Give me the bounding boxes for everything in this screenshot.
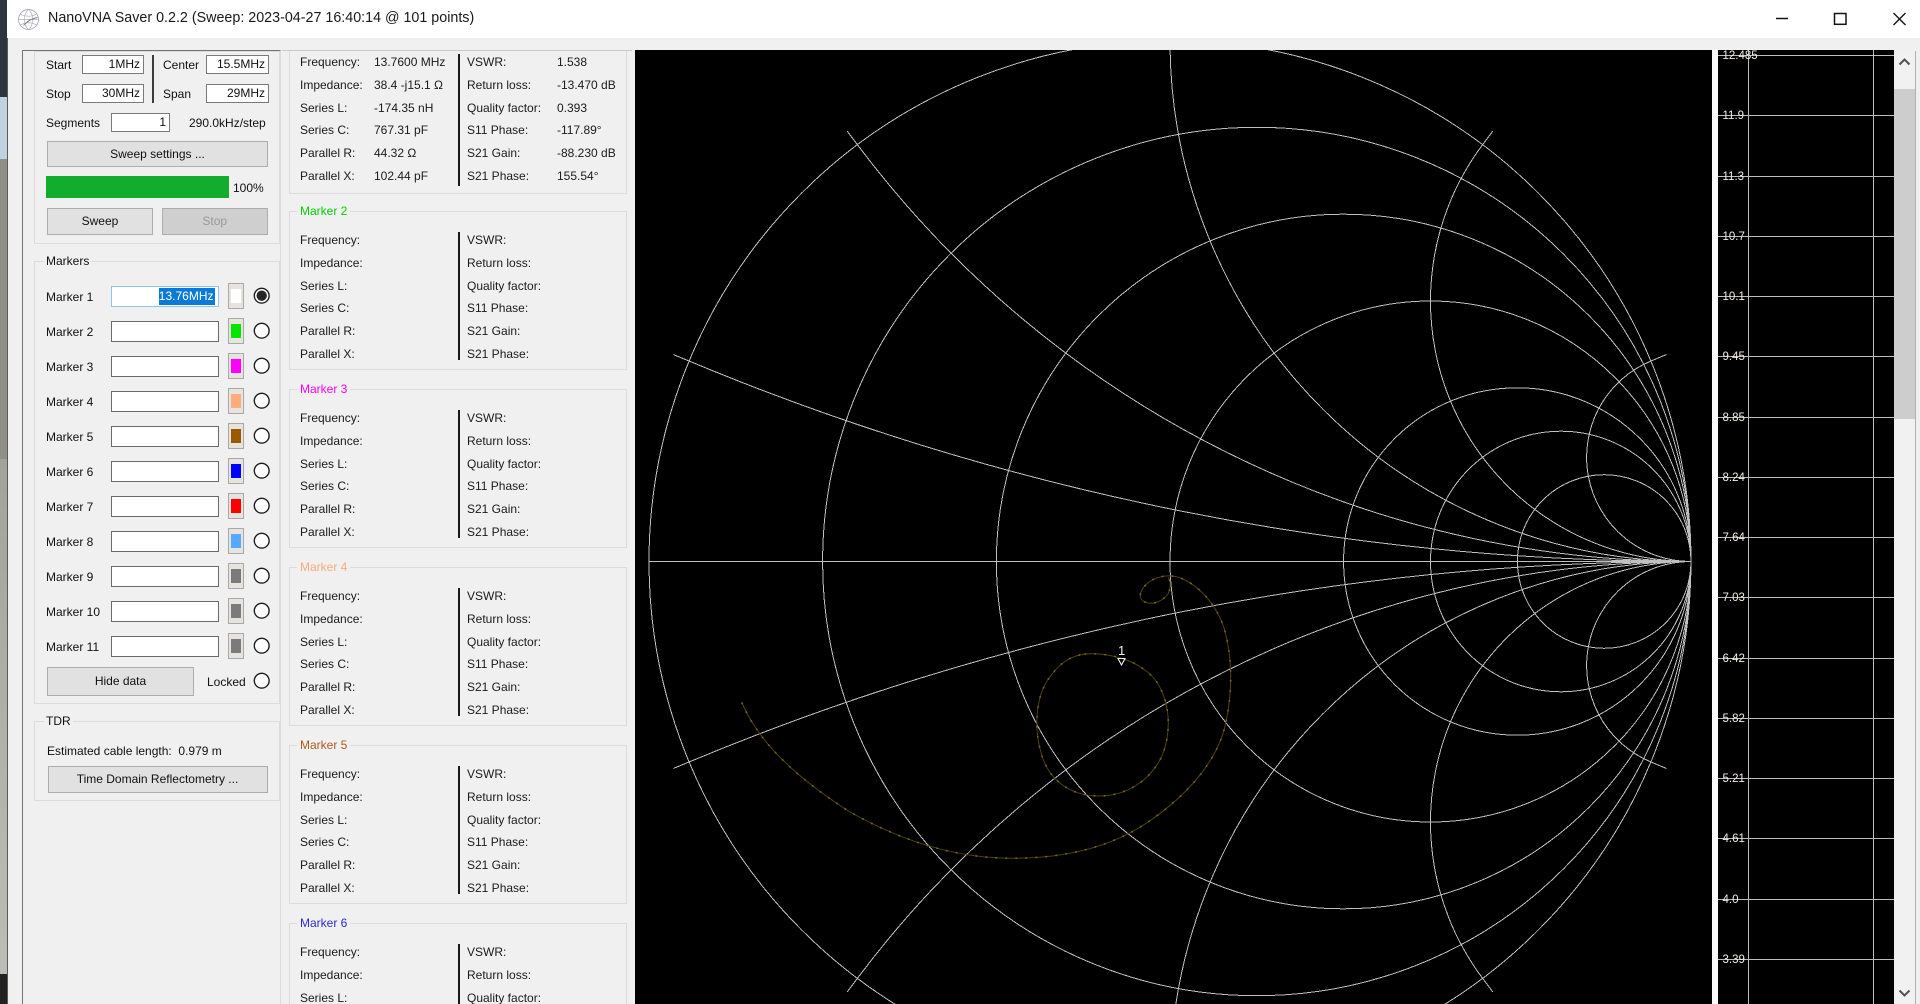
svg-text:5.82: 5.82 <box>1722 713 1744 725</box>
svg-text:11.3: 11.3 <box>1722 171 1744 183</box>
svg-text:1: 1 <box>1118 643 1125 658</box>
svg-text:5.21: 5.21 <box>1722 773 1744 785</box>
svg-text:9.45: 9.45 <box>1722 351 1744 363</box>
svg-text:12.485: 12.485 <box>1722 50 1757 62</box>
svg-text:3.39: 3.39 <box>1722 954 1744 966</box>
svg-text:4.0: 4.0 <box>1722 894 1738 906</box>
svg-text:8.85: 8.85 <box>1722 412 1744 424</box>
svg-text:11.9: 11.9 <box>1722 110 1744 122</box>
svg-text:10.1: 10.1 <box>1722 291 1744 303</box>
svg-text:6.42: 6.42 <box>1722 653 1744 665</box>
svg-text:10.7: 10.7 <box>1722 231 1744 243</box>
svg-text:7.64: 7.64 <box>1722 532 1745 544</box>
svg-text:8.24: 8.24 <box>1722 472 1745 484</box>
svg-text:4.61: 4.61 <box>1722 833 1744 845</box>
svg-text:7.03: 7.03 <box>1722 592 1744 604</box>
